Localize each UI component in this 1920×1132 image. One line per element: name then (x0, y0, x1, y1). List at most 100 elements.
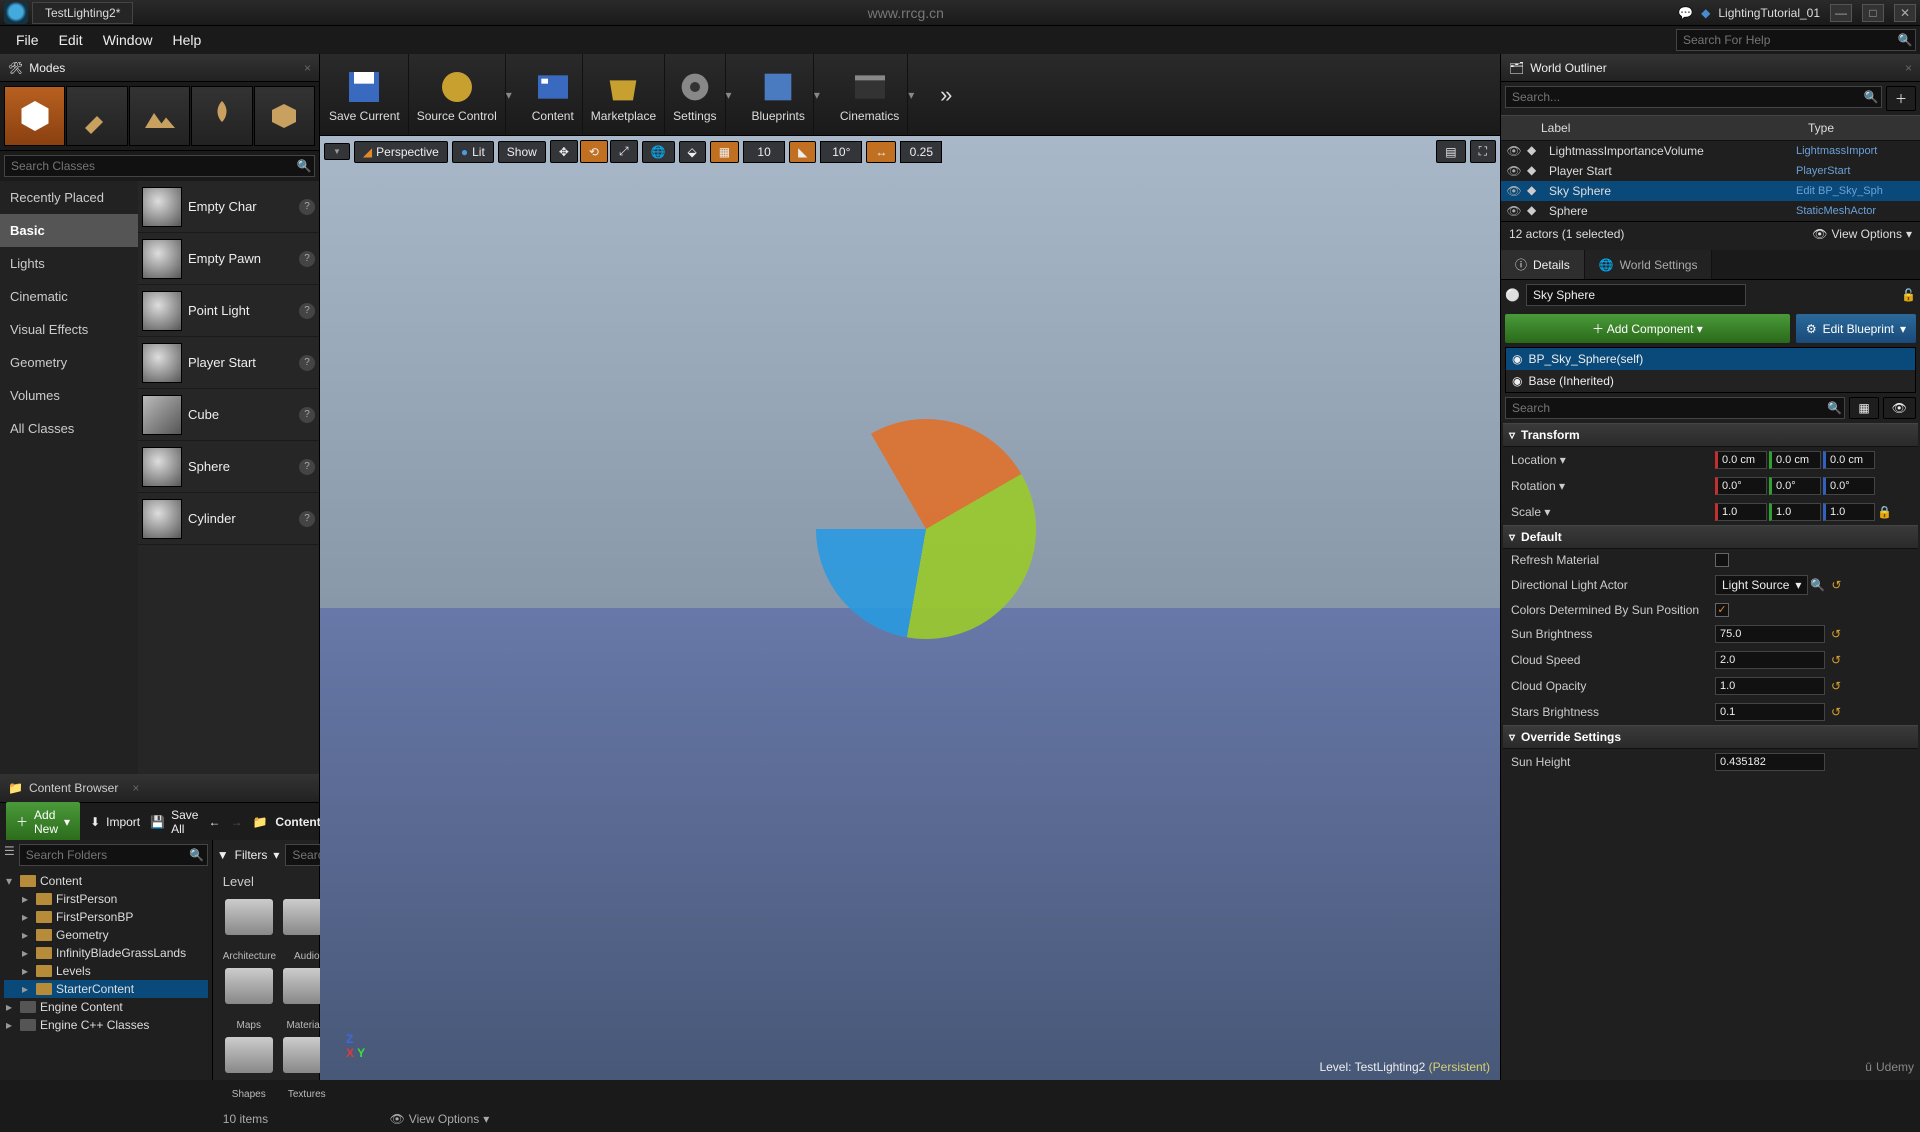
outliner-row[interactable]: 👁◆Player StartPlayerStart (1501, 161, 1920, 181)
eye-icon[interactable]: 👁 (1505, 144, 1523, 158)
marketplace-button[interactable]: Marketplace (583, 54, 665, 135)
expand-icon[interactable]: ▸ (22, 910, 32, 924)
cloud-speed-input[interactable]: 2.0 (1715, 651, 1825, 669)
content-browser-tab[interactable]: 📁 Content Browser × (0, 774, 319, 802)
sun-brightness-input[interactable]: 75.0 (1715, 625, 1825, 643)
browse-icon[interactable]: 🔍 (1810, 578, 1825, 592)
tree-item[interactable]: ▸StarterContent (4, 980, 208, 998)
rot-z[interactable]: 0.0° (1823, 477, 1875, 495)
expand-icon[interactable]: ▾ (6, 874, 16, 888)
rot-y[interactable]: 0.0° (1769, 477, 1821, 495)
maximize-viewport[interactable]: ⛶ (1470, 140, 1496, 163)
loc-z[interactable]: 0.0 cm (1823, 451, 1875, 469)
modes-tab[interactable]: 🛠 Modes × (0, 54, 319, 82)
folder-item[interactable]: Maps (223, 968, 275, 1031)
add-new-button[interactable]: ＋ Add New ▾ (6, 802, 80, 842)
close-icon[interactable]: × (304, 61, 311, 75)
chevron-down-icon[interactable]: ▾ (506, 88, 524, 102)
dir-light-combo[interactable]: Light Source▾ (1715, 575, 1808, 595)
save-current-button[interactable]: Save Current (321, 54, 409, 135)
property-matrix-button[interactable]: ▦ (1849, 397, 1878, 419)
lock-scale-icon[interactable]: 🔒 (1877, 505, 1892, 519)
gizmo-translate[interactable]: ✥ (550, 140, 578, 163)
grid-snap[interactable]: ▦ (710, 141, 739, 163)
expand-icon[interactable]: ▸ (22, 928, 32, 942)
expand-icon[interactable]: ▸ (6, 1000, 16, 1014)
details-tab[interactable]: ⓘDetails (1501, 250, 1585, 279)
menu-file[interactable]: File (6, 28, 49, 52)
actor-item[interactable]: Player Start? (138, 337, 319, 389)
eye-icon[interactable]: 👁 (1505, 204, 1523, 218)
help-icon[interactable]: ? (299, 459, 315, 475)
viewport-canvas[interactable] (320, 136, 1500, 1080)
reset-icon[interactable]: ↺ (1831, 578, 1841, 592)
scl-x[interactable]: 1.0 (1715, 503, 1767, 521)
scale-snap[interactable]: ↔ (866, 141, 896, 163)
save-all-button[interactable]: 💾 Save All (150, 808, 198, 836)
category-item[interactable]: Geometry (0, 346, 138, 379)
col-type[interactable]: Type (1800, 116, 1920, 140)
help-icon[interactable]: ? (299, 251, 315, 267)
view-options-button[interactable]: 👁 View Options▾ (1812, 227, 1912, 241)
help-search[interactable]: 🔍 (1676, 29, 1916, 51)
source-icon[interactable]: ◆ (1701, 6, 1710, 20)
modes-search-input[interactable] (5, 159, 294, 173)
menu-help[interactable]: Help (162, 28, 211, 52)
maximize-button[interactable]: □ (1862, 4, 1884, 22)
reset-icon[interactable]: ↺ (1831, 627, 1841, 641)
gizmo-rotate[interactable]: ⟲ (580, 140, 608, 163)
folder-item[interactable]: Architecture (223, 899, 275, 962)
stars-brightness-input[interactable]: 0.1 (1715, 703, 1825, 721)
category-item[interactable]: Recently Placed (0, 181, 138, 214)
expand-icon[interactable]: ▸ (22, 982, 32, 996)
world-settings-tab[interactable]: 🌐World Settings (1585, 250, 1713, 279)
cloud-opacity-input[interactable]: 1.0 (1715, 677, 1825, 695)
tree-item[interactable]: ▾Content (4, 872, 208, 890)
crumb-content[interactable]: Content (275, 815, 320, 829)
source-control-button[interactable]: Source Control (409, 54, 506, 135)
sun-height-input[interactable]: 0.435182 (1715, 753, 1825, 771)
menu-window[interactable]: Window (93, 28, 163, 52)
eye-icon[interactable]: 👁 (1883, 397, 1916, 419)
category-item[interactable]: Visual Effects (0, 313, 138, 346)
minimize-button[interactable]: — (1830, 4, 1852, 22)
col-label[interactable]: Label (1501, 116, 1800, 140)
actor-item[interactable]: Empty Pawn? (138, 233, 319, 285)
outliner-row[interactable]: 👁◆Sky SphereEdit BP_Sky_Sph (1501, 181, 1920, 201)
help-icon[interactable]: ? (299, 511, 315, 527)
actor-item[interactable]: Sphere? (138, 441, 319, 493)
vp-menu[interactable]: ▼ (324, 143, 350, 160)
category-item[interactable]: Volumes (0, 379, 138, 412)
menu-edit[interactable]: Edit (49, 28, 93, 52)
actor-name-input[interactable] (1526, 284, 1746, 306)
tree-item[interactable]: ▸Levels (4, 962, 208, 980)
colors-sun-checkbox[interactable] (1715, 603, 1729, 617)
edit-blueprint-button[interactable]: ⚙ Edit Blueprint ▾ (1796, 314, 1916, 343)
tree-item[interactable]: ▸Engine C++ Classes (4, 1016, 208, 1034)
import-button[interactable]: ⬇ Import (90, 815, 140, 829)
vp-show[interactable]: Show (498, 141, 546, 163)
help-icon[interactable]: ? (299, 407, 315, 423)
chevron-down-icon[interactable]: ▾ (908, 88, 926, 102)
actor-item[interactable]: Cylinder? (138, 493, 319, 545)
camera-speed[interactable]: ▤ (1436, 140, 1465, 163)
help-icon[interactable]: ? (299, 355, 315, 371)
category-item[interactable]: Basic (0, 214, 138, 247)
angle-snap[interactable]: ◣ (789, 141, 816, 163)
tree-search[interactable]: 🔍 (19, 844, 208, 866)
eye-icon[interactable]: 👁 (1505, 184, 1523, 198)
tree-item[interactable]: ▸Geometry (4, 926, 208, 944)
nav-back[interactable]: ← (208, 815, 220, 829)
loc-y[interactable]: 0.0 cm (1769, 451, 1821, 469)
mode-paint[interactable] (66, 86, 127, 146)
lock-icon[interactable]: 🔓 (1901, 288, 1916, 302)
gizmo-scale[interactable]: ⤢ (610, 140, 638, 163)
outliner-search[interactable]: 🔍 (1505, 86, 1882, 108)
tree-item[interactable]: ▸InfinityBladeGrassLands (4, 944, 208, 962)
grid-snap-value[interactable]: 10 (743, 141, 785, 163)
close-icon[interactable]: × (132, 781, 139, 795)
cat-override[interactable]: ▿Override Settings (1503, 725, 1918, 749)
mode-landscape[interactable] (129, 86, 190, 146)
mode-place[interactable] (4, 86, 65, 146)
expand-icon[interactable]: ▸ (22, 946, 32, 960)
